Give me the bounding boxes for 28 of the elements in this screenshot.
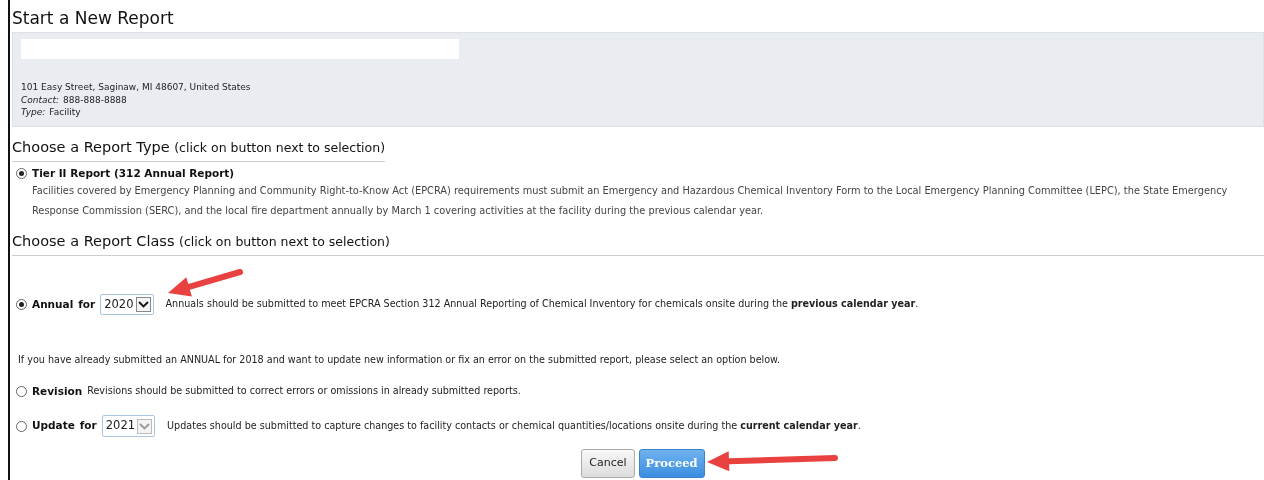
option-description: Annuals should be submitted to meet EPCRA Section 312 Annual Reporting of Chemical Inventory for chemicals onsite during the previous calendar year. xyxy=(165,297,919,312)
info-text: If you have already submitted an ANNUAL for 2018 and want to update new information or fix an error on the submitted report, please select an option below. xyxy=(18,353,781,368)
page-title: Start a New Report xyxy=(11,8,175,29)
chevron-down-icon xyxy=(137,301,149,309)
option-description: Revisions should be submitted to correct errors or omissions in already submitted reports. xyxy=(87,384,521,399)
section-heading: Choose a Report Class (click on button next to selection) xyxy=(12,231,1264,257)
chevron-down-icon xyxy=(139,422,151,430)
type-label: Type: xyxy=(21,105,46,118)
cancel-button[interactable]: Cancel xyxy=(581,448,635,478)
year-select[interactable]: 2020 xyxy=(100,294,154,316)
radio-button[interactable] xyxy=(16,386,27,398)
option-description: Updates should be submitted to capture changes to facility contacts or chemical quantities/locations onsite during the current calendar year. xyxy=(167,418,861,433)
address-text: 101 Easy Street, Saginaw, MI 48607, United States xyxy=(21,81,252,94)
section-heading: Choose a Report Type (click on button next to selection) xyxy=(12,136,385,162)
option-label: Annual xyxy=(32,296,74,312)
radio-button[interactable] xyxy=(16,420,27,432)
year-select[interactable]: 2021 xyxy=(101,415,156,437)
radio-button[interactable] xyxy=(16,299,27,311)
option-label: Revision xyxy=(32,383,83,399)
for-label: for xyxy=(78,296,96,312)
contact-value: 888-888-8888 xyxy=(63,93,127,106)
option-label: Update xyxy=(32,418,75,434)
contact-label: Contact: xyxy=(21,93,60,106)
option-description: Facilities covered by Emergency Planning and Community Right-to-Know Act (EPCRA) requirements must submit an Emergency and Hazardous Chemical Inventory Form to the Local Emergency Planning Committee (LEPC), the State Emergency Response Commission (SERC), and the local fire department annually by March 1 covering activities at the facility during the previous calendar year. xyxy=(31,184,1229,219)
type-value: Facility xyxy=(49,105,81,118)
radio-button[interactable] xyxy=(16,167,27,179)
option-label: Tier II Report (312 Annual Report) xyxy=(32,165,235,181)
for-label: for xyxy=(79,418,97,434)
